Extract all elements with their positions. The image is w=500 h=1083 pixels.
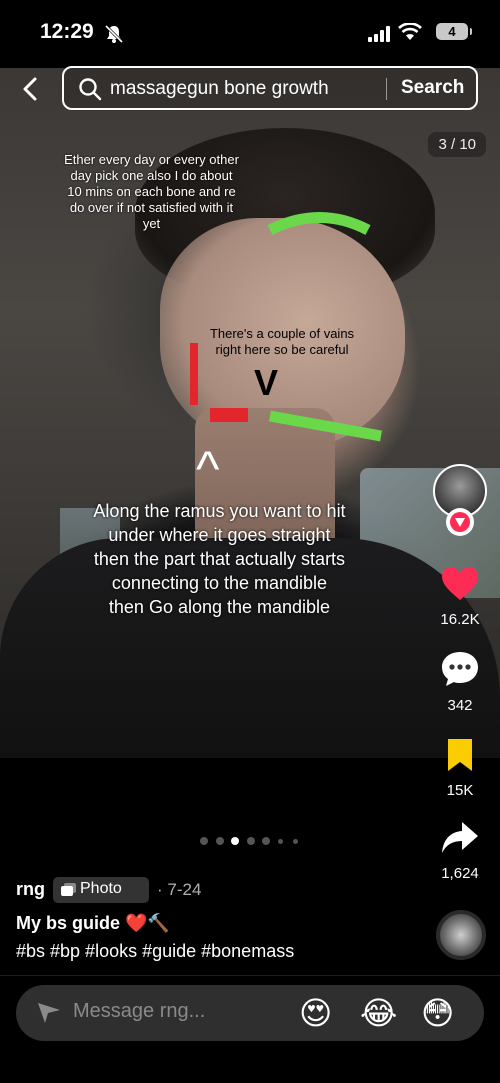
save-button[interactable]: 15K <box>430 737 490 799</box>
back-arrow-icon[interactable] <box>16 74 46 104</box>
bookmark-icon <box>448 739 472 771</box>
send-icon <box>38 1003 60 1023</box>
carousel-dot <box>200 837 208 845</box>
message-bar[interactable]: Message rng... 😍 😂 😳 <box>16 985 484 1041</box>
carousel-dot-active <box>231 837 239 845</box>
carousel-dot <box>277 838 283 844</box>
photo-badge: Photo <box>53 877 149 903</box>
share-button[interactable]: 1,624 <box>430 820 490 882</box>
red-mark-horizontal <box>210 408 248 422</box>
caption-title: My bs guide ❤️🔨 <box>16 913 170 933</box>
save-count: 15K <box>446 782 474 799</box>
search-button[interactable]: Search <box>401 77 464 99</box>
emoji-heart-eyes-button[interactable]: 😍 <box>299 994 332 1032</box>
photo-icon <box>61 883 76 896</box>
search-divider <box>386 78 387 100</box>
comment-icon <box>442 652 478 686</box>
overlay-text-bottom: Along the ramus you want to hit under wh… <box>93 501 346 617</box>
like-count: 16.2K <box>440 611 480 628</box>
photo-counter: 3 / 10 <box>428 132 486 157</box>
emoji-flushed-button[interactable]: 😳 <box>421 994 454 1032</box>
green-mark-jaw <box>269 410 382 442</box>
overlay-caret-symbol: ^ <box>196 441 220 497</box>
photo-badge-label: Photo <box>80 880 122 897</box>
post-date: · 7-24 <box>157 880 202 899</box>
caption-hashtags[interactable]: #bs #bp #looks #guide #bonemass <box>16 941 294 962</box>
search-bar[interactable]: massagegun bone growth Search <box>62 66 478 110</box>
follow-plus-icon <box>455 518 465 527</box>
message-input[interactable]: Message rng... <box>73 1000 205 1023</box>
comment-count: 342 <box>447 697 473 714</box>
carousel-dot <box>262 837 270 845</box>
overlay-text-top: Ether every day or every other day pick … <box>64 152 239 231</box>
follow-button[interactable] <box>446 508 474 536</box>
share-icon <box>442 822 478 853</box>
overlay-text-middle: There's a couple of vains right here so … <box>209 326 355 357</box>
green-mark-top <box>267 212 371 235</box>
search-input[interactable]: massagegun bone growth <box>110 78 329 100</box>
carousel-dot <box>215 837 224 845</box>
music-disc[interactable] <box>436 910 486 960</box>
divider <box>0 975 500 976</box>
comment-button[interactable]: 342 <box>430 650 490 714</box>
share-count: 1,624 <box>441 865 479 882</box>
search-icon <box>79 78 102 101</box>
username[interactable]: rng <box>16 879 45 900</box>
emoji-laughing-button[interactable]: 😂 <box>360 994 397 1032</box>
carousel-dot <box>293 838 298 844</box>
heart-icon <box>442 567 478 600</box>
like-button[interactable]: 16.2K <box>430 566 490 628</box>
overlay-v-symbol: V <box>254 362 279 403</box>
carousel-dot <box>246 837 255 845</box>
